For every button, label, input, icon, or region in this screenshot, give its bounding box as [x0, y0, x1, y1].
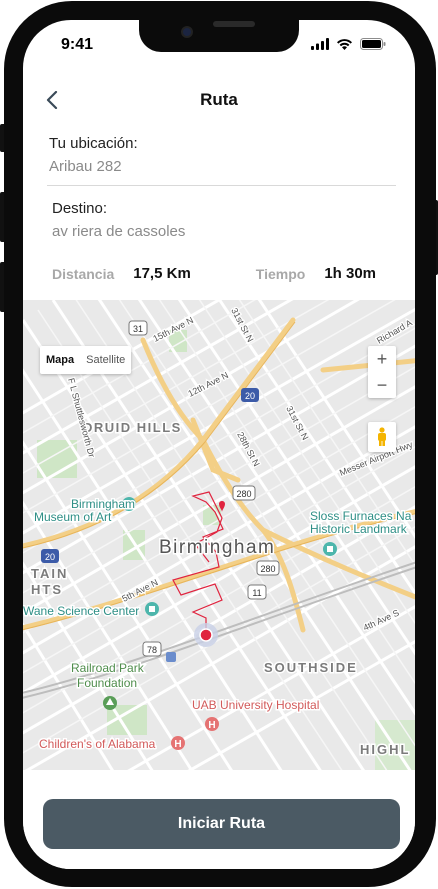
- zoom-in-button[interactable]: +: [368, 346, 396, 372]
- svg-text:78: 78: [147, 645, 157, 655]
- highway-shield-280: 280: [256, 560, 280, 576]
- poi-label: Children's of Alabama: [39, 737, 156, 751]
- hospital-icon[interactable]: H: [205, 717, 219, 731]
- origin-field[interactable]: Aribau 282: [49, 158, 122, 175]
- transit-station-icon[interactable]: [166, 652, 176, 662]
- svg-text:20: 20: [245, 391, 255, 401]
- poi-label: UAB University Hospital: [192, 698, 319, 712]
- park-icon[interactable]: [103, 696, 117, 710]
- highway-shield-11: 11: [247, 584, 267, 600]
- district-label: TAIN: [31, 566, 68, 581]
- speaker-grille: [213, 21, 255, 27]
- pegman-icon: [378, 427, 386, 446]
- city-label: Birmingham: [159, 537, 275, 558]
- svg-text:11: 11: [252, 588, 261, 598]
- status-icons: [311, 38, 386, 50]
- highway-shield-20: 20: [241, 388, 259, 402]
- origin-pin[interactable]: [199, 628, 213, 642]
- origin-label: Tu ubicación:: [49, 135, 138, 152]
- map-type-map-button[interactable]: Mapa: [40, 346, 80, 374]
- highway-shield-31: 31: [128, 320, 148, 336]
- svg-text:280: 280: [260, 564, 275, 574]
- street-view-button[interactable]: [368, 422, 396, 452]
- phone-frame: 9:41 Ruta Tu ubicación: Aribau 282 Desti…: [0, 0, 438, 889]
- map-type-toggle: Mapa Satellite: [40, 346, 132, 374]
- hospital-icon[interactable]: H: [171, 736, 185, 750]
- distance-value: 17,5 Km: [133, 265, 191, 282]
- poi-label: Wane Science Center: [23, 604, 139, 618]
- wifi-icon: [337, 39, 352, 50]
- time-value: 1h 30m: [324, 265, 377, 282]
- svg-text:H: H: [174, 739, 181, 750]
- destination-field[interactable]: av riera de cassoles: [52, 223, 185, 240]
- poi-label: Museum of Art: [34, 510, 112, 524]
- district-label: DRUID HILLS: [83, 420, 182, 435]
- notch: [139, 20, 299, 52]
- zoom-out-button[interactable]: −: [368, 372, 396, 398]
- district-label: HIGHL: [360, 742, 410, 757]
- poi-label: Historic Landmark: [310, 522, 408, 536]
- page-title: Ruta: [200, 90, 238, 109]
- highway-shield-20: 20: [41, 549, 59, 563]
- map-type-satellite-button[interactable]: Satellite: [80, 346, 131, 374]
- destination-label: Destino:: [52, 200, 108, 217]
- status-time: 9:41: [61, 36, 94, 53]
- svg-text:20: 20: [45, 552, 55, 562]
- highway-shield-78: 78: [142, 641, 162, 657]
- museum-icon[interactable]: [323, 542, 337, 556]
- district-label: HTS: [31, 582, 63, 597]
- poi-label: Railroad Park: [71, 661, 145, 675]
- poi-label: Sloss Furnaces Na: [310, 509, 412, 523]
- route-stats: Distancia 17,5 Km Tiempo 1h 30m: [52, 265, 382, 282]
- poi-label: Birmingham: [71, 497, 135, 511]
- route-map[interactable]: H H 31 20 20 280 280 11 78 DRUID HILLS B…: [23, 300, 415, 770]
- zoom-controls: + −: [368, 346, 396, 398]
- front-camera: [181, 26, 193, 38]
- svg-text:280: 280: [236, 489, 251, 499]
- museum-icon[interactable]: [145, 602, 159, 616]
- highway-shield-280: 280: [232, 485, 256, 501]
- distance-label: Distancia: [52, 265, 115, 282]
- divider: [47, 185, 396, 186]
- cellular-signal-icon: [311, 38, 329, 50]
- svg-text:H: H: [208, 720, 215, 731]
- svg-text:31: 31: [133, 324, 143, 334]
- battery-icon: [360, 38, 386, 50]
- poi-label: Foundation: [77, 676, 137, 690]
- time-label: Tiempo: [255, 265, 306, 282]
- screen: 9:41 Ruta Tu ubicación: Aribau 282 Desti…: [23, 20, 415, 869]
- district-label: SOUTHSIDE: [264, 660, 358, 675]
- start-route-button[interactable]: Iniciar Ruta: [43, 799, 400, 849]
